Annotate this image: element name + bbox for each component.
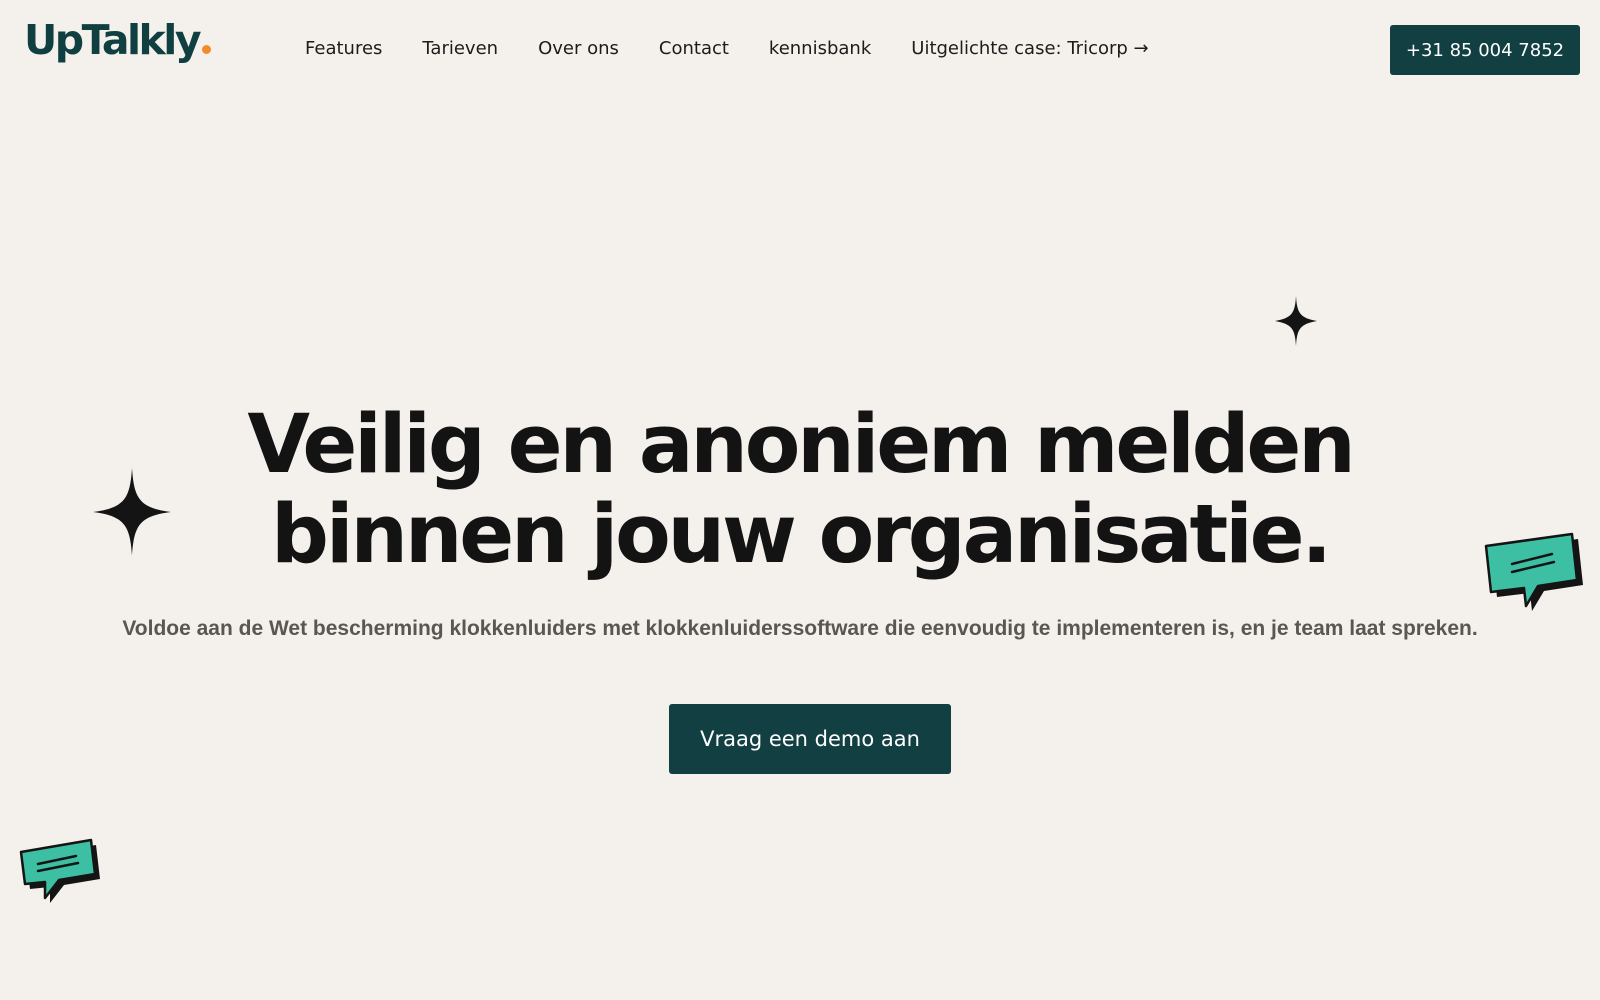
hero-headline-line-1: Veilig en anoniem melden [247, 398, 1355, 492]
logo[interactable]: UpTalkly [24, 16, 212, 64]
logo-dot [202, 45, 212, 54]
nav-item-tarieven[interactable]: Tarieven [422, 38, 498, 59]
hero-subtext: Voldoe aan de Wet bescherming klokkenlui… [122, 617, 1478, 640]
logo-text: UpTalkly [24, 16, 202, 64]
nav-item-contact[interactable]: Contact [659, 38, 729, 59]
speech-bubble-icon [19, 838, 100, 903]
main-nav: Features Tarieven Over ons Contact kenni… [305, 38, 1149, 59]
hero-headline: Veilig en anoniem melden binnen jouw org… [0, 400, 1600, 580]
phone-button[interactable]: +31 85 004 7852 [1390, 25, 1580, 75]
sparkle-icon [1275, 296, 1317, 346]
request-demo-button[interactable]: Vraag een demo aan [669, 704, 951, 774]
hero-headline-line-2: binnen jouw organisatie. [271, 488, 1332, 582]
nav-item-kennisbank[interactable]: kennisbank [769, 38, 871, 59]
nav-item-over-ons[interactable]: Over ons [538, 38, 619, 59]
nav-item-featured-case[interactable]: Uitgelichte case: Tricorp → [911, 38, 1148, 59]
nav-item-features[interactable]: Features [305, 38, 382, 59]
